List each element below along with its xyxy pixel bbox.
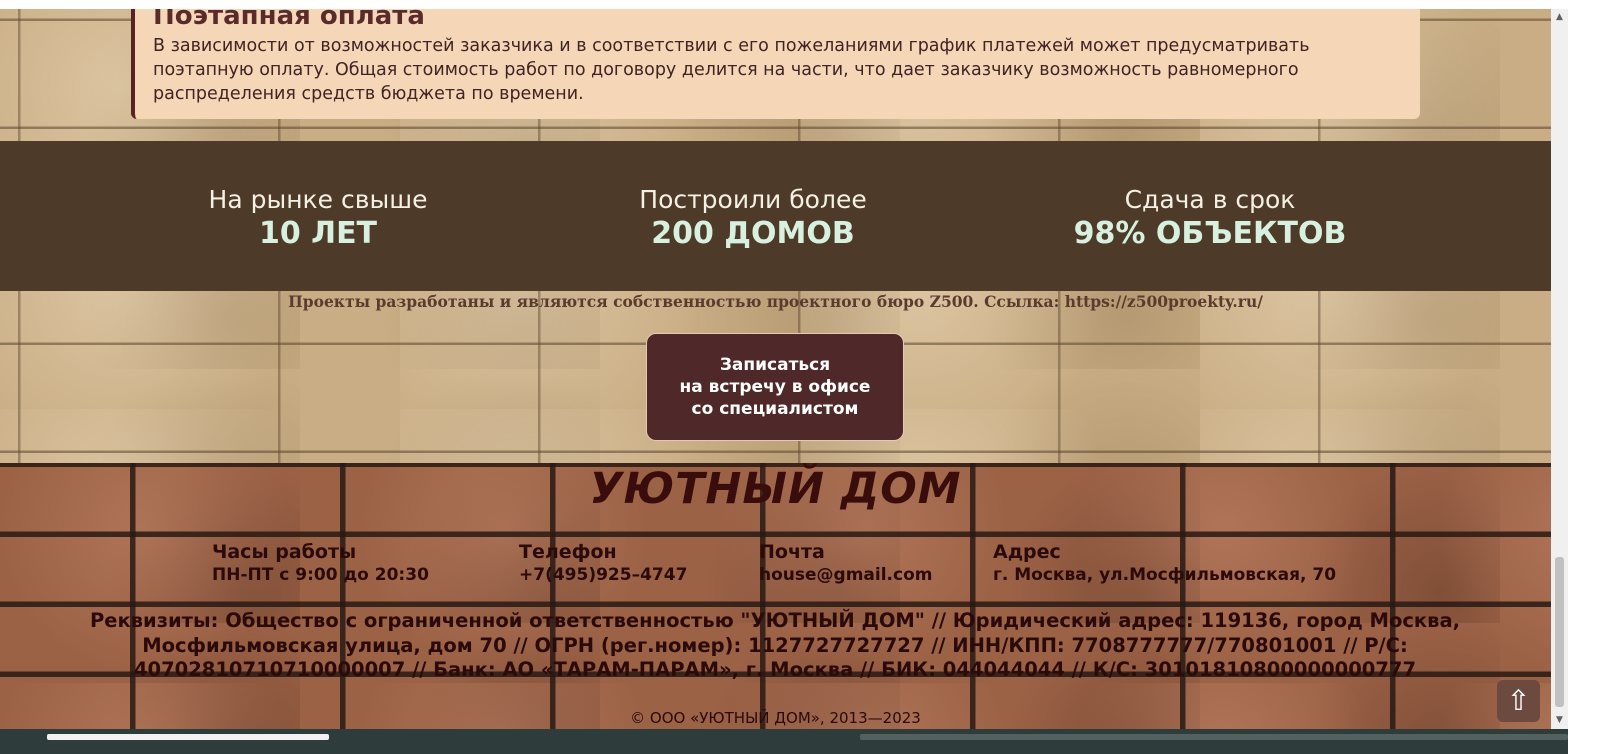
payment-notice-card: Поэтапная оплата В зависимости от возмож… (131, 9, 1420, 119)
horizontal-scroll-thumb[interactable] (47, 734, 329, 740)
arrow-up-icon: ⇧ (1506, 684, 1531, 717)
horizontal-scroll-track (860, 734, 1568, 740)
footer-address: Адрес г. Москва, ул.Мосфильмовская, 70 (993, 540, 1336, 586)
footer-phone: Телефон +7(495)925–4747 (519, 540, 687, 586)
footer-logo: УЮТНЫЙ ДОМ (589, 464, 962, 514)
stats-band: На рынке свыше 10 ЛЕТ Построили более 20… (0, 141, 1551, 291)
window-top-edge (0, 0, 1600, 9)
footer-hours: Часы работы ПН-ПТ с 9:00 до 20:30 (212, 540, 429, 586)
scroll-down-arrow-icon[interactable]: ▼ (1551, 712, 1568, 729)
phone-label: Телефон (519, 541, 617, 563)
book-meeting-line2: на встречу в офисе (679, 377, 871, 397)
stat-ontime-label: Сдача в срок (1124, 185, 1296, 214)
stat-years-value: 10 ЛЕТ (258, 216, 378, 251)
copyright-text: © ООО «УЮТНЫЙ ДОМ», 2013—2023 (630, 709, 921, 727)
notice-title: Поэтапная оплата (153, 9, 425, 31)
mail-link[interactable]: house@gmail.com (759, 564, 932, 586)
address-label: Адрес (993, 541, 1061, 563)
stat-ontime: Сдача в срок 98% ОБЪЕКТОВ (1060, 184, 1360, 252)
stat-houses-label: Построили более (639, 185, 867, 214)
vertical-scrollbar[interactable]: ▲ ▼ (1551, 9, 1568, 729)
vertical-scroll-thumb[interactable] (1555, 557, 1564, 707)
horizontal-scrollbar[interactable] (0, 729, 1568, 754)
stat-houses-value: 200 ДОМОВ (651, 216, 855, 251)
stat-houses: Построили более 200 ДОМОВ (603, 184, 903, 252)
book-meeting-line3: со специалистом (691, 399, 859, 419)
company-requisites: Реквизиты: Общество с ограниченной ответ… (89, 609, 1461, 681)
book-meeting-button[interactable]: Записаться на встречу в офисе со специал… (646, 333, 904, 441)
projects-credit-text: Проекты разработаны и являются собственн… (288, 292, 1263, 311)
stat-years: На рынке свыше 10 ЛЕТ (168, 184, 468, 252)
phone-link[interactable]: +7(495)925–4747 (519, 564, 687, 586)
address-value: г. Москва, ул.Мосфильмовская, 70 (993, 565, 1337, 585)
scroll-to-top-button[interactable]: ⇧ (1497, 680, 1540, 722)
hours-label: Часы работы (212, 541, 357, 563)
stat-ontime-value: 98% ОБЪЕКТОВ (1073, 216, 1347, 251)
book-meeting-line1: Записаться (719, 355, 831, 375)
hours-value: ПН-ПТ с 9:00 до 20:30 (212, 565, 429, 585)
page-viewport: Поэтапная оплата В зависимости от возмож… (0, 9, 1551, 729)
scroll-up-arrow-icon[interactable]: ▲ (1551, 9, 1568, 26)
stat-years-label: На рынке свыше (208, 185, 428, 214)
notice-text: В зависимости от возможностей заказчика … (153, 36, 1310, 104)
footer-mail: Почта house@gmail.com (759, 540, 932, 586)
mail-label: Почта (759, 541, 825, 563)
